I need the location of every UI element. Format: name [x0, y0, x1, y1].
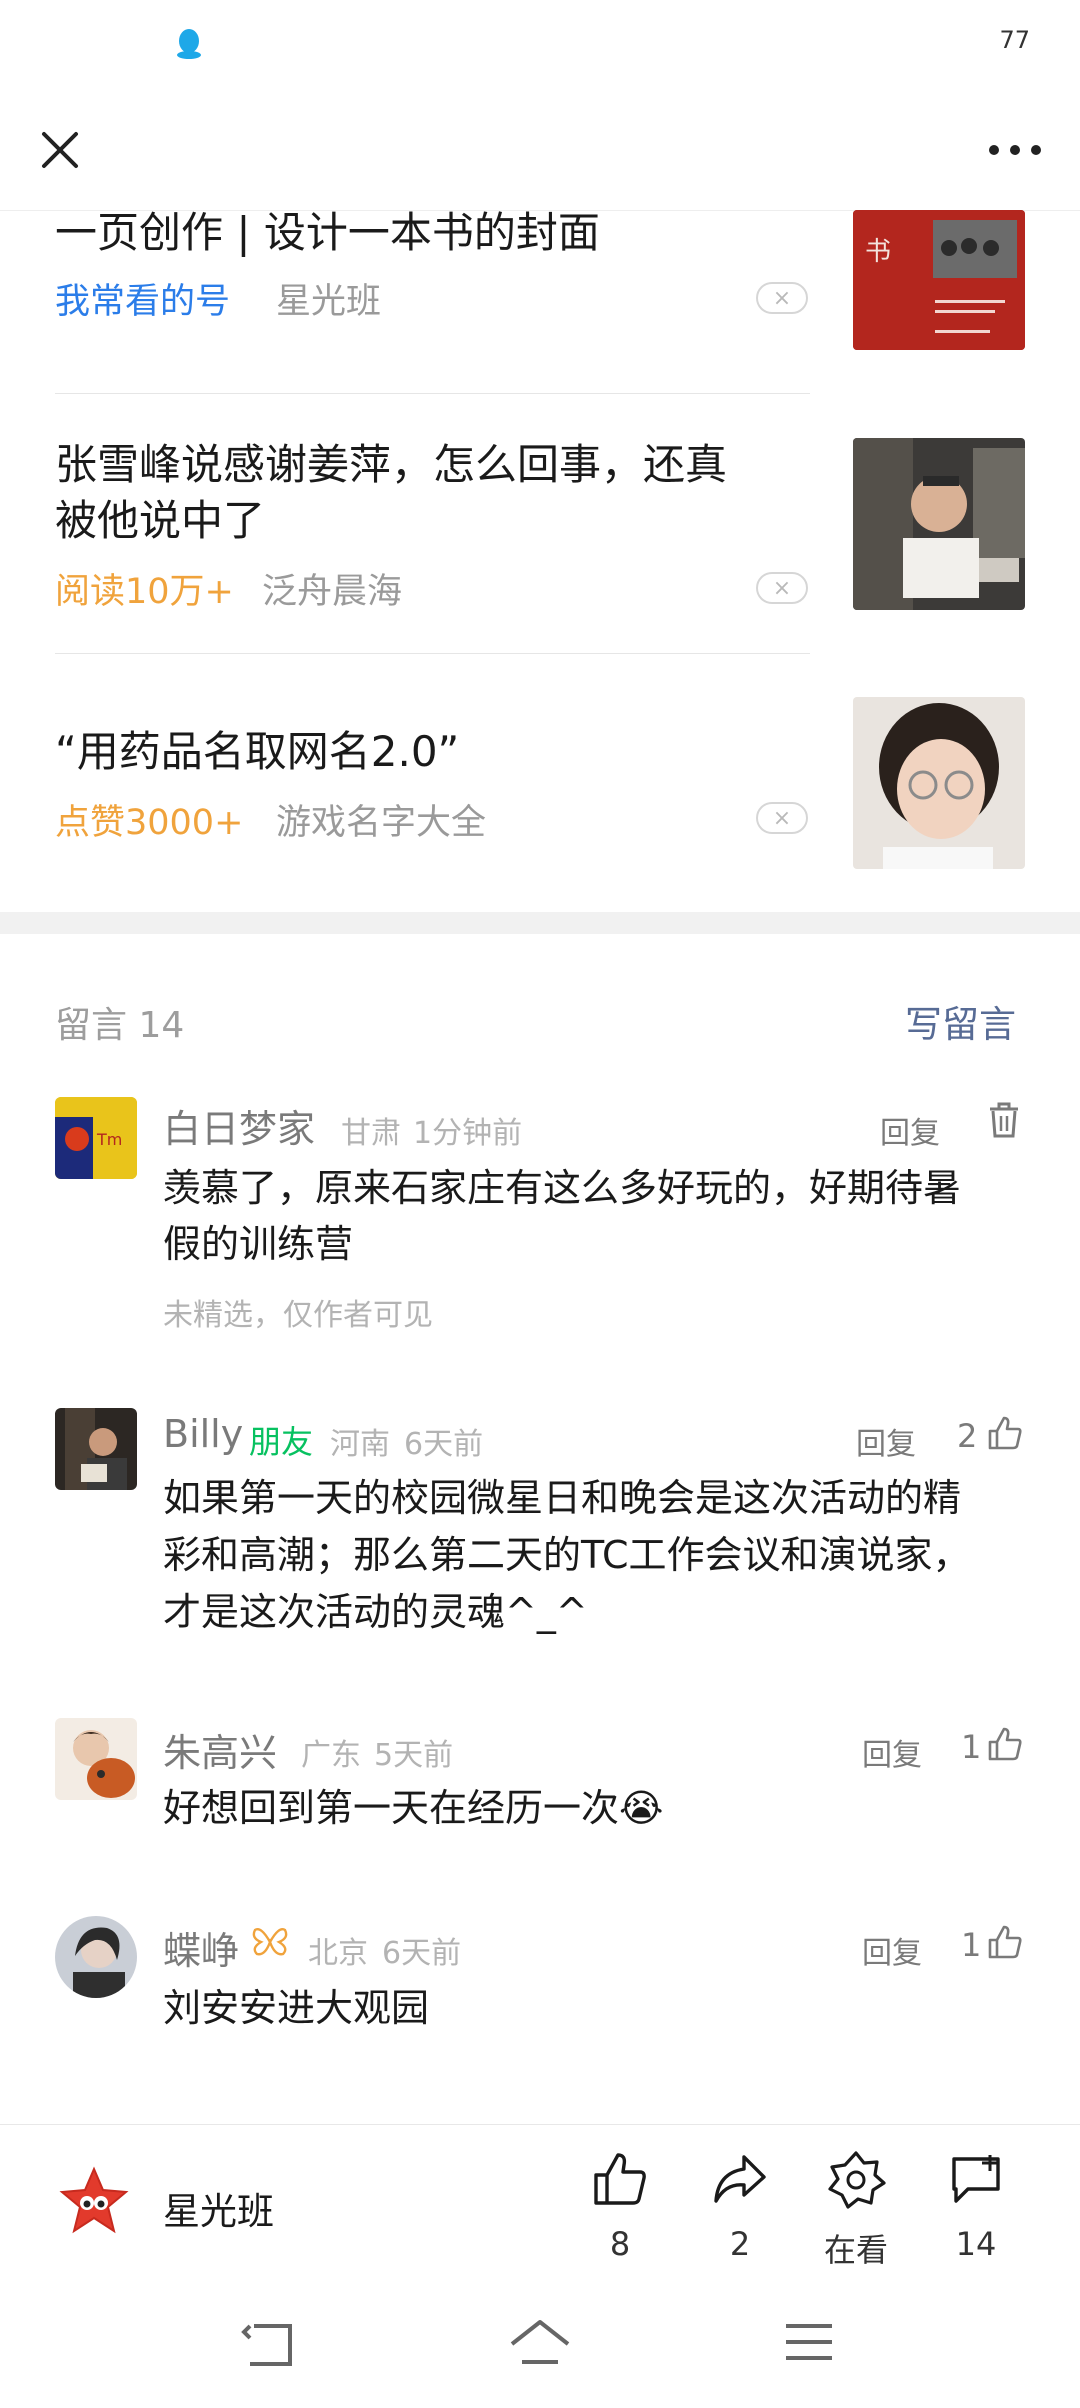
related-article-3[interactable]: “用药品名取网名2.0”	[55, 724, 815, 780]
comment-text: 好想回到第一天在经历一次😭	[163, 1786, 664, 1830]
like-count: 8	[609, 2225, 631, 2263]
avatar[interactable]: Tm	[55, 1097, 137, 1179]
comment-time: 6天前	[382, 1936, 462, 1971]
article-thumbnail[interactable]: 书	[853, 210, 1025, 350]
menu-icon[interactable]	[784, 2320, 834, 2366]
comment-count: 14	[955, 2225, 997, 2263]
comment-location: 河南	[330, 1427, 390, 1462]
butterfly-icon	[251, 1926, 289, 1958]
article-thumbnail[interactable]	[853, 438, 1025, 610]
commenter-name[interactable]: 白日梦家	[163, 1098, 315, 1153]
system-nav-bar	[0, 2280, 1080, 2408]
wow-label: 在看	[823, 2231, 888, 2269]
section-gap	[0, 912, 1080, 934]
comment-text: 羡慕了，原来石家庄有这么多好玩的，好期待暑	[163, 1166, 962, 1210]
comment-text: 假的训练营	[163, 1222, 354, 1266]
article-source: 泛舟晨海	[262, 572, 403, 612]
reply-button[interactable]: 回复	[856, 1419, 916, 1463]
like-icon[interactable]	[590, 2149, 650, 2209]
share-count: 2	[729, 2225, 751, 2263]
svg-text:书: 书	[865, 237, 891, 267]
qq-icon	[172, 26, 206, 60]
article-title: 一页创作 | 设计一本书的封面	[55, 208, 600, 257]
divider	[55, 393, 810, 394]
comment-time: 5天前	[374, 1738, 454, 1773]
status-bar: 77	[0, 0, 1080, 90]
friend-tag: 朋友	[249, 1423, 314, 1461]
dismiss-button[interactable]: ×	[756, 802, 808, 834]
comments-title: 留言 14	[55, 1005, 185, 1046]
reply-button[interactable]: 回复	[880, 1108, 940, 1152]
article-source: 星光班	[276, 282, 382, 322]
bottom-action-bar: 星光班 8 2 在看 14	[0, 2124, 1080, 2281]
comment-time: 6天前	[404, 1427, 484, 1462]
article-tag: 我常看的号	[55, 282, 231, 322]
trash-icon[interactable]	[984, 1100, 1024, 1140]
comment-note: 未精选，仅作者可见	[163, 1298, 433, 1333]
battery-level: 77	[999, 26, 1030, 54]
article-tag: 阅读10万+	[55, 572, 234, 612]
comment-location: 广东	[301, 1738, 361, 1773]
reply-button[interactable]: 回复	[862, 1730, 922, 1774]
like-count: 1	[961, 1926, 982, 1964]
comment-location: 甘肃	[341, 1116, 401, 1151]
more-icon[interactable]	[980, 120, 1050, 180]
commenter-name[interactable]: 蝶峥	[163, 1920, 239, 1975]
like-icon[interactable]	[986, 1923, 1024, 1961]
article-tag: 点赞3000+	[55, 803, 244, 843]
like-icon[interactable]	[986, 1414, 1024, 1452]
article-thumbnail[interactable]	[853, 697, 1025, 869]
article-title-line1: 张雪峰说感谢姜萍，怎么回事，还真	[55, 440, 728, 489]
like-count: 2	[957, 1417, 978, 1455]
article-title: “用药品名取网名2.0”	[55, 727, 460, 776]
commenter-name[interactable]: 朱高兴	[163, 1722, 277, 1777]
avatar[interactable]	[55, 1408, 137, 1490]
svg-text:Tm: Tm	[96, 1130, 122, 1149]
article-source: 游戏名字大全	[276, 803, 487, 843]
close-icon[interactable]	[30, 120, 90, 180]
related-article-1[interactable]: 一页创作 | 设计一本书的封面	[55, 205, 815, 261]
comment-icon[interactable]	[946, 2149, 1006, 2209]
like-count: 1	[961, 1728, 982, 1766]
comment-location: 北京	[308, 1936, 368, 1971]
reply-button[interactable]: 回复	[862, 1928, 922, 1972]
wow-icon[interactable]	[826, 2149, 886, 2209]
back-icon[interactable]	[240, 2320, 300, 2370]
comment-text: 才是这次活动的灵魂^_^	[163, 1590, 588, 1634]
dismiss-button[interactable]: ×	[756, 282, 808, 314]
top-nav	[0, 90, 1080, 211]
commenter-name[interactable]: Billy	[163, 1412, 243, 1456]
write-comment-link[interactable]: 写留言	[905, 994, 1016, 1048]
account-name[interactable]: 星光班	[163, 2181, 274, 2235]
avatar[interactable]	[55, 1916, 137, 1998]
avatar[interactable]	[55, 1718, 137, 1800]
share-icon[interactable]	[710, 2149, 770, 2209]
comment-text: 如果第一天的校园微星日和晚会是这次活动的精	[163, 1476, 962, 1520]
home-icon[interactable]	[508, 2316, 572, 2372]
comment-text: 彩和高潮；那么第二天的TC工作会议和演说家，	[163, 1533, 971, 1577]
like-icon[interactable]	[986, 1725, 1024, 1763]
comment-text: 刘安安进大观园	[163, 1986, 430, 2030]
article-title-line2: 被他说中了	[55, 496, 266, 545]
dismiss-button[interactable]: ×	[756, 572, 808, 604]
divider	[55, 653, 810, 654]
comment-time: 1分钟前	[413, 1116, 523, 1151]
account-avatar[interactable]	[58, 2165, 130, 2237]
related-article-2[interactable]: 张雪峰说感谢姜萍，怎么回事，还真 被他说中了	[55, 437, 815, 549]
